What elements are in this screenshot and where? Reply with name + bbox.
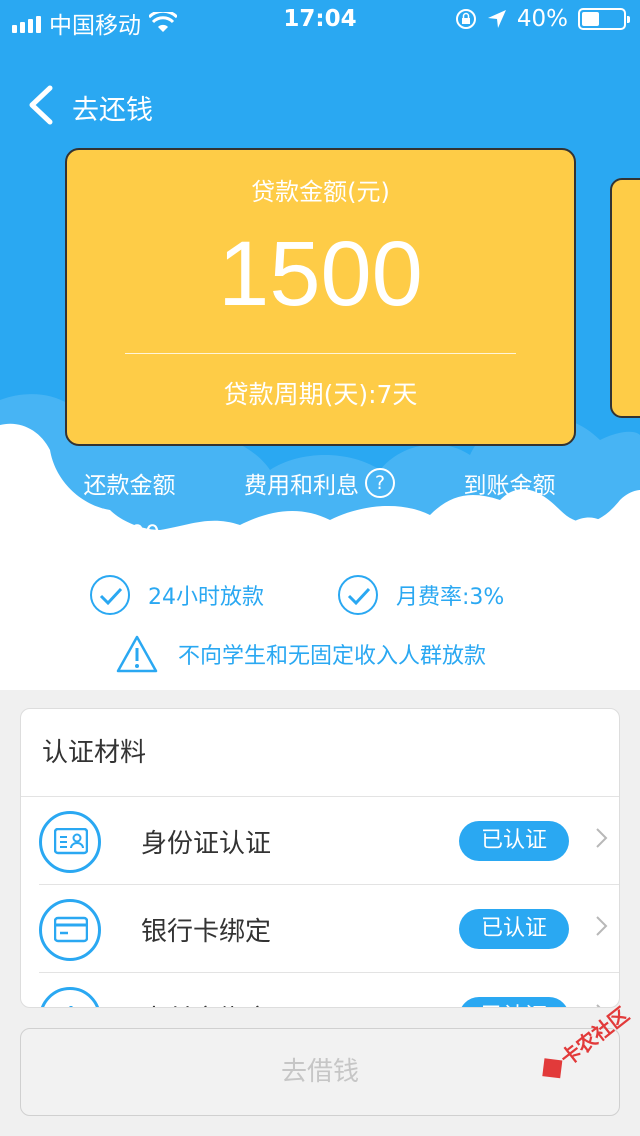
battery-percent: 40% — [516, 6, 568, 32]
location-icon — [487, 10, 506, 28]
verified-badge: 已认证 — [459, 909, 569, 949]
battery-icon — [578, 8, 630, 30]
nav-bar: 去还钱 — [0, 80, 640, 130]
stat-fees-title: 费用和利息 — [244, 473, 359, 499]
card-divider — [125, 353, 516, 354]
stat-repayment-title: 还款金额 — [83, 473, 176, 499]
feature-fast-loan: 24小时放款 — [90, 575, 264, 615]
rotation-lock-icon — [455, 9, 476, 29]
back-arrow-icon[interactable] — [24, 82, 64, 128]
feature-monthly-rate: 月费率:3% — [338, 575, 504, 615]
watermark-logo-icon — [541, 1057, 563, 1078]
stat-received-title: 到账金额 — [463, 473, 556, 499]
borrow-button[interactable]: 去借钱 — [20, 1028, 620, 1116]
chevron-right-icon — [596, 916, 608, 936]
help-icon[interactable]: ? — [365, 468, 395, 498]
check-circle-icon — [338, 575, 378, 615]
verified-badge: 已认证 — [459, 997, 569, 1007]
verification-materials-card: 认证材料 身份证认证 已认证 银行卡绑定 已认证 — [20, 708, 620, 1008]
header-area: 中国移动 17:04 40% 去还钱 贷款金额(元) 1500 贷款周期(天):… — [0, 0, 640, 690]
feature-row: 24小时放款 月费率:3% — [0, 575, 640, 625]
materials-header: 认证材料 — [21, 709, 619, 797]
bank-card-icon — [39, 899, 101, 961]
alipay-icon — [39, 987, 101, 1007]
feature-monthly-rate-label: 月费率:3% — [396, 585, 505, 610]
verified-badge: 已认证 — [459, 821, 569, 861]
material-row-alipay[interactable]: 支付宝绑定 已认证 — [39, 973, 619, 1007]
feature-fast-loan-label: 24小时放款 — [148, 585, 264, 610]
id-card-icon — [39, 811, 101, 873]
material-label-bank-card: 银行卡绑定 — [141, 917, 272, 947]
material-label-id-card: 身份证认证 — [141, 829, 272, 859]
stat-fees-value: 375元 — [284, 526, 355, 554]
loan-amount-card[interactable]: 贷款金额(元) 1500 贷款周期(天):7天 — [65, 148, 576, 446]
status-bar: 中国移动 17:04 40% — [0, 0, 640, 40]
stat-repayment: 还款金额 1500 — [23, 466, 236, 548]
stat-received: 到账金额 1125元 — [403, 466, 616, 555]
warning-text: 不向学生和无固定收入人群放款 — [178, 644, 487, 669]
page-title: 去还钱 — [72, 95, 153, 126]
material-row-id-card[interactable]: 身份证认证 已认证 — [39, 797, 619, 885]
check-circle-icon — [90, 575, 130, 615]
material-label-alipay: 支付宝绑定 — [141, 999, 271, 1007]
loan-amount-value: 1500 — [218, 223, 423, 325]
material-row-bank-card[interactable]: 银行卡绑定 已认证 — [39, 885, 619, 973]
next-card-peek[interactable] — [610, 178, 640, 418]
loan-stats: 还款金额 1500 费用和利息 ? 375元 到账金额 1125元 — [0, 466, 640, 556]
warning-icon — [116, 635, 158, 673]
chevron-right-icon — [596, 828, 608, 848]
loan-period: 贷款周期(天):7天 — [223, 380, 418, 409]
loan-amount-label: 贷款金额(元) — [251, 178, 390, 206]
stat-repayment-value: 1500 — [98, 520, 161, 548]
stat-received-value: 1125元 — [466, 526, 553, 554]
warning-notice: 不向学生和无固定收入人群放款 — [116, 634, 486, 674]
stat-fees: 费用和利息 ? 375元 — [213, 466, 426, 555]
